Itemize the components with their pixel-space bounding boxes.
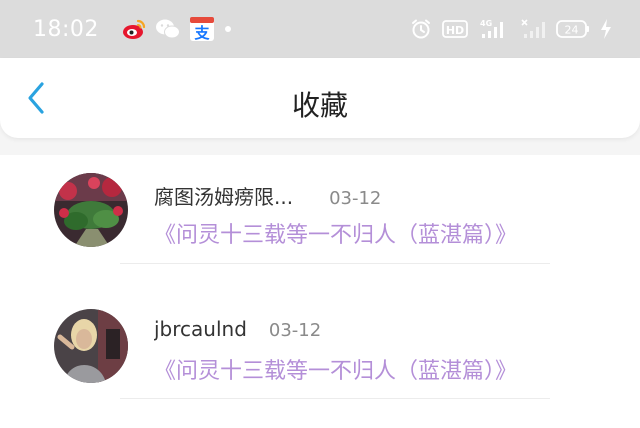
- alarm-icon: [410, 18, 432, 40]
- svg-text:支: 支: [193, 24, 210, 42]
- status-right: HD 4G 24: [410, 18, 612, 40]
- status-time: 18:02: [33, 16, 99, 42]
- divider: [120, 398, 550, 399]
- divider: [120, 263, 550, 264]
- signal-icon: [520, 18, 546, 40]
- page-title: 收藏: [291, 89, 348, 122]
- status-bar: 18:02 支 HD 4G 24: [0, 0, 640, 58]
- weibo-icon: [121, 16, 147, 42]
- item-meta: jbrcaulnd 03-12: [154, 317, 321, 341]
- item-meta: 腐图汤姆痨限... 03-12: [154, 181, 381, 210]
- favorites-list: 腐图汤姆痨限... 03-12 《问灵十三载等一不归人（蓝湛篇）》 jbrcau…: [0, 155, 640, 428]
- wechat-icon: [155, 16, 181, 42]
- avatar[interactable]: [54, 173, 128, 247]
- battery-level: 24: [565, 24, 579, 37]
- item-date: 03-12: [268, 320, 322, 341]
- charging-icon: [600, 18, 612, 40]
- work-title-link[interactable]: 《问灵十三载等一不归人（蓝湛篇）》: [154, 353, 517, 385]
- username[interactable]: jbrcaulnd: [154, 317, 247, 341]
- notification-dot: [224, 26, 231, 32]
- signal-4g-icon: 4G: [478, 18, 510, 40]
- hd-icon: HD: [442, 19, 468, 39]
- hd-label: HD: [446, 24, 464, 37]
- battery-icon: 24: [556, 18, 590, 40]
- work-title-link[interactable]: 《问灵十三载等一不归人（蓝湛篇）》: [154, 217, 517, 249]
- header: 收藏: [0, 58, 640, 138]
- alipay-icon: 支: [189, 16, 215, 42]
- username[interactable]: 腐图汤姆痨限...: [154, 181, 293, 210]
- network-label: 4G: [480, 19, 492, 28]
- avatar[interactable]: [54, 309, 128, 383]
- item-date: 03-12: [329, 188, 382, 209]
